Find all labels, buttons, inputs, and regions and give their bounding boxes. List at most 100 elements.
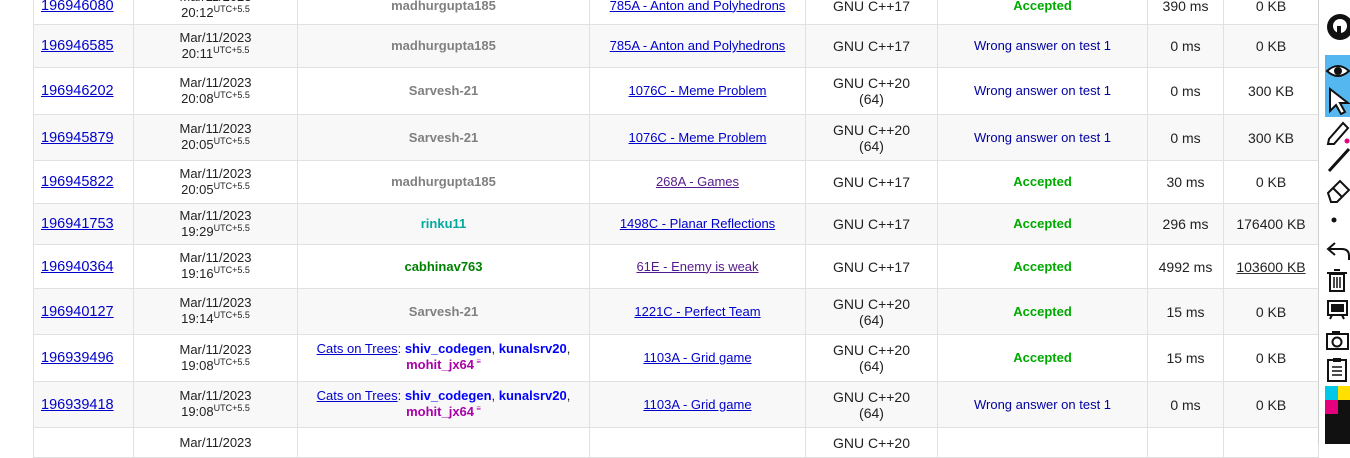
timezone-label: UTC+5.5 — [213, 4, 250, 14]
stamp-icon[interactable] — [1325, 294, 1350, 324]
submission-id-link[interactable]: 196941753 — [41, 216, 114, 232]
submission-date: Mar/11/2023 — [179, 434, 252, 450]
table-row: 196945879 Mar/11/2023 20:05UTC+5.5 Sarvesh-… — [33, 114, 1319, 161]
submission-id-cell: 196939418 — [33, 381, 134, 428]
language-name: GNU C++17 — [832, 174, 911, 190]
submission-id-cell: 196941753 — [33, 203, 134, 245]
table-row: Mar/11/2023 GNU C++20 — [33, 427, 1319, 458]
author-cell: Sarvesh-21 — [297, 114, 590, 161]
submission-clock: 19:16 — [181, 266, 214, 281]
language-name: GNU C++20 — [832, 75, 911, 91]
problem-link[interactable]: 1076C - Meme Problem — [629, 130, 767, 145]
language-bits: (64) — [859, 358, 884, 374]
problem-link[interactable]: 61E - Enemy is weak — [636, 259, 758, 274]
time-used-cell: 296 ms — [1147, 203, 1224, 245]
author-link[interactable]: Sarvesh-21 — [409, 83, 478, 98]
team-link[interactable]: Cats on Trees — [317, 341, 398, 356]
author-link[interactable]: Sarvesh-21 — [409, 130, 478, 145]
author-link[interactable]: Sarvesh-21 — [409, 304, 478, 319]
dot-icon[interactable] — [1325, 205, 1350, 235]
author-link[interactable]: cabhinav763 — [404, 259, 482, 274]
team-member-link[interactable]: kunalsrv20 — [499, 388, 567, 403]
submission-date: Mar/11/2023 — [179, 207, 252, 223]
author-link[interactable]: madhurgupta185 — [391, 0, 496, 13]
submission-time-cell: Mar/11/202320:12UTC+5.5 — [133, 0, 298, 25]
submission-id-link[interactable]: 196946585 — [41, 38, 114, 54]
color-swatch-magenta[interactable] — [1325, 400, 1338, 414]
verdict-cell: Accepted — [937, 288, 1148, 335]
memory-cell: 103600 KB — [1223, 244, 1319, 289]
author-link[interactable]: rinku11 — [421, 216, 467, 231]
color-swatch-yellow[interactable] — [1338, 386, 1350, 400]
submission-id-cell: 196946585 — [33, 24, 134, 68]
team-link[interactable]: Cats on Trees — [317, 388, 398, 403]
language-name: GNU C++20 — [832, 388, 911, 405]
author-link[interactable]: madhurgupta185 — [391, 38, 496, 53]
verdict-cell: Wrong answer on test 1 — [937, 114, 1148, 161]
verdict-label: Accepted — [1013, 174, 1072, 189]
submission-id-link[interactable]: 196946202 — [41, 83, 114, 99]
submission-id-link[interactable]: 196945879 — [41, 130, 114, 146]
team-member-link[interactable]: mohit_jx64 — [406, 404, 474, 419]
color-swatch-black-2[interactable] — [1325, 414, 1350, 444]
submission-id-link[interactable]: 196945822 — [41, 174, 114, 190]
undo-icon[interactable] — [1325, 235, 1350, 265]
color-palette — [1325, 386, 1350, 444]
verdict-label: Accepted — [1013, 216, 1072, 231]
team-member-link[interactable]: shiv_codegen — [405, 341, 492, 356]
clipboard-icon[interactable] — [1325, 354, 1350, 384]
submission-clock: 20:05 — [181, 181, 214, 197]
cursor-icon[interactable] — [1325, 86, 1350, 116]
verdict-label: Wrong answer on test 1 — [973, 38, 1112, 53]
problem-link[interactable]: 1103A - Grid game — [643, 397, 751, 412]
submission-id-link[interactable]: 196946080 — [41, 0, 114, 14]
problem-link[interactable]: 1221C - Perfect Team — [634, 304, 760, 319]
language-cell: GNU C++20 (64) — [805, 67, 938, 115]
submission-time-cell: Mar/11/2023 19:08UTC+5.5 — [133, 334, 298, 382]
problem-link[interactable]: 785A - Anton and Polyhedrons — [610, 0, 786, 13]
time-used-cell: 15 ms — [1147, 288, 1224, 335]
timezone-label: UTC+5.5 — [213, 180, 250, 191]
verdict-cell: Wrong answer on test 1 — [937, 381, 1148, 428]
eye-icon[interactable] — [1325, 56, 1350, 86]
submission-clock: 19:14 — [181, 311, 214, 326]
team-member-link[interactable]: mohit_jx64 — [406, 357, 474, 372]
submission-id-link[interactable]: 196939496 — [41, 350, 114, 366]
color-swatch-cyan[interactable] — [1325, 386, 1338, 400]
time-used-cell: 15 ms — [1147, 334, 1224, 382]
author-cell: Cats on Trees: shiv_codegen, kunalsrv20,… — [297, 334, 590, 382]
problem-link[interactable]: 1498C - Planar Reflections — [620, 216, 775, 231]
pen-icon[interactable] — [1325, 116, 1350, 146]
submission-id-link[interactable]: 196940127 — [41, 304, 114, 320]
table-row: 196946202 Mar/11/2023 20:08UTC+5.5 Sarvesh-… — [33, 67, 1319, 115]
problem-link[interactable]: 1103A - Grid game — [643, 350, 751, 365]
trash-icon[interactable] — [1325, 265, 1350, 295]
camera-icon[interactable] — [1325, 325, 1350, 355]
memory-cell: 0 KB — [1223, 381, 1319, 428]
submission-clock: 19:08 — [181, 404, 214, 419]
team-member-link[interactable]: kunalsrv20 — [499, 341, 567, 356]
language-bits: (64) — [859, 91, 884, 107]
submission-time-cell: Mar/11/2023 — [133, 427, 298, 458]
eraser-icon[interactable] — [1325, 174, 1350, 204]
line-icon[interactable] — [1325, 144, 1350, 174]
submission-date: Mar/11/2023 — [179, 341, 252, 357]
logo-icon[interactable] — [1325, 12, 1350, 42]
verdict-cell: Accepted — [937, 334, 1148, 382]
timezone-label: UTC+5.5 — [213, 265, 250, 275]
team-member-link[interactable]: shiv_codegen — [405, 388, 492, 403]
problem-link[interactable]: 1076C - Meme Problem — [629, 83, 767, 98]
problem-link[interactable]: 785A - Anton and Polyhedrons — [610, 38, 786, 53]
problem-cell: 1221C - Perfect Team — [589, 288, 806, 335]
color-swatch-black[interactable] — [1338, 400, 1350, 414]
submission-date: Mar/11/2023 — [179, 165, 252, 181]
problem-link[interactable]: 268A - Games — [656, 174, 739, 189]
submission-id-link[interactable]: 196940364 — [41, 259, 114, 275]
memory-cell: 300 KB — [1223, 67, 1319, 115]
table-row: 196940127 Mar/11/2023 19:14UTC+5.5 Sarvesh-… — [33, 288, 1319, 335]
submission-date: Mar/11/2023 — [179, 29, 252, 45]
submission-id-link[interactable]: 196939418 — [41, 397, 114, 413]
submission-clock: 20:11 — [181, 45, 214, 61]
author-link[interactable]: madhurgupta185 — [391, 174, 496, 189]
author-cell: cabhinav763 — [297, 244, 590, 289]
